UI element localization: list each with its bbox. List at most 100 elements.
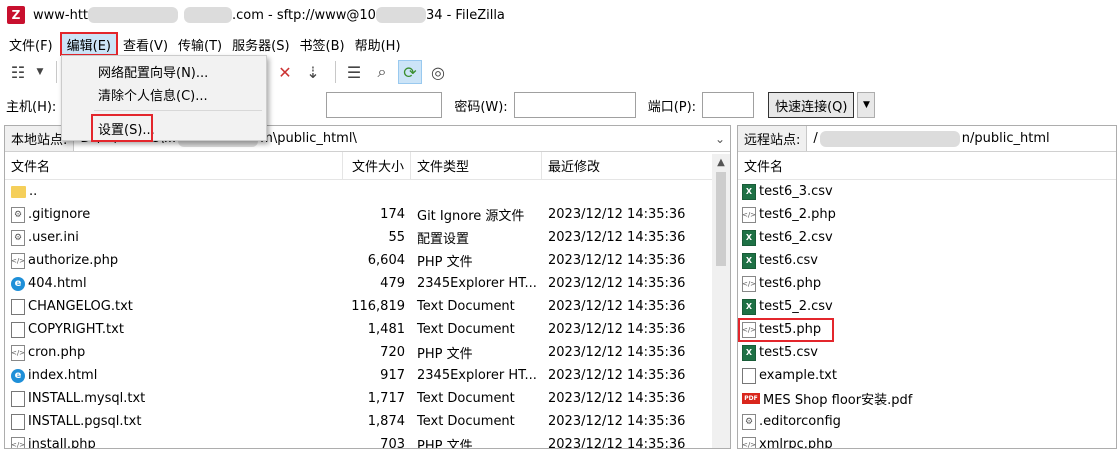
title-middle: .com - sftp://www@10: [232, 7, 376, 23]
file-name: INSTALL.mysql.txt: [28, 391, 146, 406]
table-row[interactable]: </> test6_2.php: [738, 203, 1116, 226]
table-row[interactable]: e 404.html 479 2345Explorer HT... 2023/12/12…: [5, 272, 730, 295]
col-filesize[interactable]: 文件大小: [343, 152, 411, 179]
table-row[interactable]: </> cron.php 720 PHP 文件 2023/12/12 14:35:36: [5, 341, 730, 364]
file-size: 1,717: [367, 391, 405, 406]
file-type: 2345Explorer HT...: [417, 276, 537, 291]
file-name: CHANGELOG.txt: [28, 299, 133, 314]
file-size: 479: [380, 276, 405, 291]
file-name-cell: </> test6_2.php: [738, 203, 1116, 226]
file-name-cell: ⚙ .user.ini: [5, 226, 343, 249]
local-pane: 本地站点: D:\...\htdocs\... m\public_html\ ⌄…: [4, 125, 731, 449]
table-row[interactable]: ..: [5, 180, 730, 203]
table-row[interactable]: ⚙ .user.ini 55 配置设置 2023/12/12 14:35:36: [5, 226, 730, 249]
menu-transfer[interactable]: 传输(T): [173, 32, 227, 56]
file-size: [343, 180, 411, 203]
menu-view[interactable]: 查看(V): [118, 32, 173, 56]
table-row[interactable]: </> install.php 703 PHP 文件 2023/12/12 14:35:…: [5, 433, 730, 448]
file-name-cell: Xtest5.csv: [738, 341, 1116, 364]
cancel-queue-icon[interactable]: ✕: [273, 60, 297, 84]
menu-edit[interactable]: 编辑(E): [59, 32, 118, 56]
file-size: 6,604: [367, 253, 405, 268]
file-modified: 2023/12/12 14:35:36: [548, 391, 686, 406]
php-file-icon: </>: [11, 344, 25, 361]
quickconnect-button[interactable]: 快速连接(Q): [768, 92, 855, 118]
sync-browse-icon[interactable]: ⟳: [398, 60, 422, 84]
table-row[interactable]: ⚙ .editorconfig: [738, 410, 1116, 433]
title-suffix: 34 - FileZilla: [425, 7, 505, 23]
col-remote-filename[interactable]: 文件名: [738, 152, 1116, 179]
remote-site-label: 远程站点:: [738, 126, 808, 151]
test5-highlight-box: [738, 318, 834, 342]
table-row[interactable]: PDF MES Shop floor安装.pdf: [738, 387, 1116, 410]
menu-bookmarks[interactable]: 书签(B): [295, 32, 350, 56]
menu-bar: 文件(F) 编辑(E) 查看(V) 传输(T) 服务器(S) 书签(B) 帮助(…: [0, 32, 1117, 56]
table-row[interactable]: INSTALL.mysql.txt 1,717 Text Document 2023/…: [5, 387, 730, 410]
quickconnect-dropdown-icon[interactable]: ▼: [857, 92, 876, 118]
port-input[interactable]: [702, 92, 755, 118]
file-name-cell: </> test6.php: [738, 272, 1116, 295]
file-modified: 2023/12/12 14:35:36: [548, 253, 686, 268]
file-modified: 2023/12/12 14:35:36: [548, 299, 686, 314]
text-file-icon: [11, 321, 25, 338]
file-name-cell: e 404.html: [5, 272, 343, 295]
remote-path-input[interactable]: / n/public_html: [807, 126, 1116, 151]
menu-server[interactable]: 服务器(S): [227, 32, 294, 56]
file-name-cell: </> install.php: [5, 433, 343, 448]
table-row[interactable]: Xtest6.csv: [738, 249, 1116, 272]
col-modified[interactable]: 最近修改: [542, 152, 712, 179]
table-row[interactable]: Xtest5.csv: [738, 341, 1116, 364]
table-row[interactable]: ⚙ .gitignore 174 Git Ignore 源文件 2023/12/12 1…: [5, 203, 730, 226]
table-row[interactable]: COPYRIGHT.txt 1,481 Text Document 2023/12/1…: [5, 318, 730, 341]
file-modified: 2023/12/12 14:35:36: [548, 230, 686, 245]
local-column-header: 文件名 文件大小 文件类型 最近修改: [5, 152, 730, 180]
site-manager-icon[interactable]: ☷: [6, 60, 30, 84]
file-modified: 2023/12/12 14:35:36: [548, 368, 686, 383]
file-type: Git Ignore 源文件: [417, 209, 525, 224]
site-manager-dropdown-icon[interactable]: ▼: [34, 60, 46, 84]
file-name: cron.php: [28, 345, 86, 360]
file-type: Text Document: [417, 414, 515, 429]
excel-file-icon: X: [742, 229, 756, 246]
file-type: [411, 180, 542, 203]
excel-file-icon: X: [742, 252, 756, 269]
table-row[interactable]: Xtest5_2.csv: [738, 295, 1116, 318]
host-input[interactable]: [326, 92, 443, 118]
col-filename[interactable]: 文件名: [5, 152, 343, 179]
menu-network-wizard[interactable]: 网络配置向导(N)...: [98, 60, 208, 82]
table-row[interactable]: </> authorize.php 6,604 PHP 文件 2023/12/12 14…: [5, 249, 730, 272]
menu-clear-private-data[interactable]: 清除个人信息(C)...: [98, 83, 208, 105]
file-name-cell: Xtest6.csv: [738, 249, 1116, 272]
file-type: Text Document: [417, 299, 515, 314]
file-size: 917: [380, 368, 405, 383]
binoculars-search-icon[interactable]: ◎: [426, 60, 450, 84]
local-scrollbar[interactable]: ▲: [712, 154, 730, 448]
toggle-log-icon[interactable]: ☰: [342, 60, 366, 84]
table-row[interactable]: CHANGELOG.txt 116,819 Text Document 2023/12…: [5, 295, 730, 318]
table-row[interactable]: Xtest6_2.csv: [738, 226, 1116, 249]
menu-file[interactable]: 文件(F): [4, 32, 58, 56]
menu-help[interactable]: 帮助(H): [350, 32, 406, 56]
menu-separator: [94, 110, 262, 111]
table-row[interactable]: example.txt: [738, 364, 1116, 387]
html-file-icon: e: [11, 276, 25, 291]
table-row[interactable]: INSTALL.pgsql.txt 1,874 Text Document 2023/…: [5, 410, 730, 433]
col-filetype[interactable]: 文件类型: [411, 152, 542, 179]
table-row[interactable]: </> test6.php: [738, 272, 1116, 295]
file-modified: 2023/12/12 14:35:36: [548, 345, 686, 360]
host-label: 主机(H):: [6, 99, 57, 115]
reconnect-icon[interactable]: ⇣: [301, 60, 325, 84]
redacted-blur: [375, 7, 426, 23]
table-row[interactable]: Xtest6_3.csv: [738, 180, 1116, 203]
file-name: authorize.php: [28, 253, 119, 268]
scroll-thumb[interactable]: [716, 172, 726, 266]
table-row[interactable]: </> xmlrpc.php: [738, 433, 1116, 448]
text-file-icon: [742, 367, 756, 384]
file-size: 116,819: [351, 299, 405, 314]
password-input[interactable]: [513, 92, 636, 118]
filter-icon[interactable]: ⌕: [370, 60, 394, 84]
scroll-up-icon[interactable]: ▲: [712, 154, 730, 170]
local-path-dropdown-icon[interactable]: ⌄: [710, 132, 730, 146]
table-row[interactable]: e index.html 917 2345Explorer HT... 2023/12/…: [5, 364, 730, 387]
file-name-cell: INSTALL.mysql.txt: [5, 387, 343, 410]
